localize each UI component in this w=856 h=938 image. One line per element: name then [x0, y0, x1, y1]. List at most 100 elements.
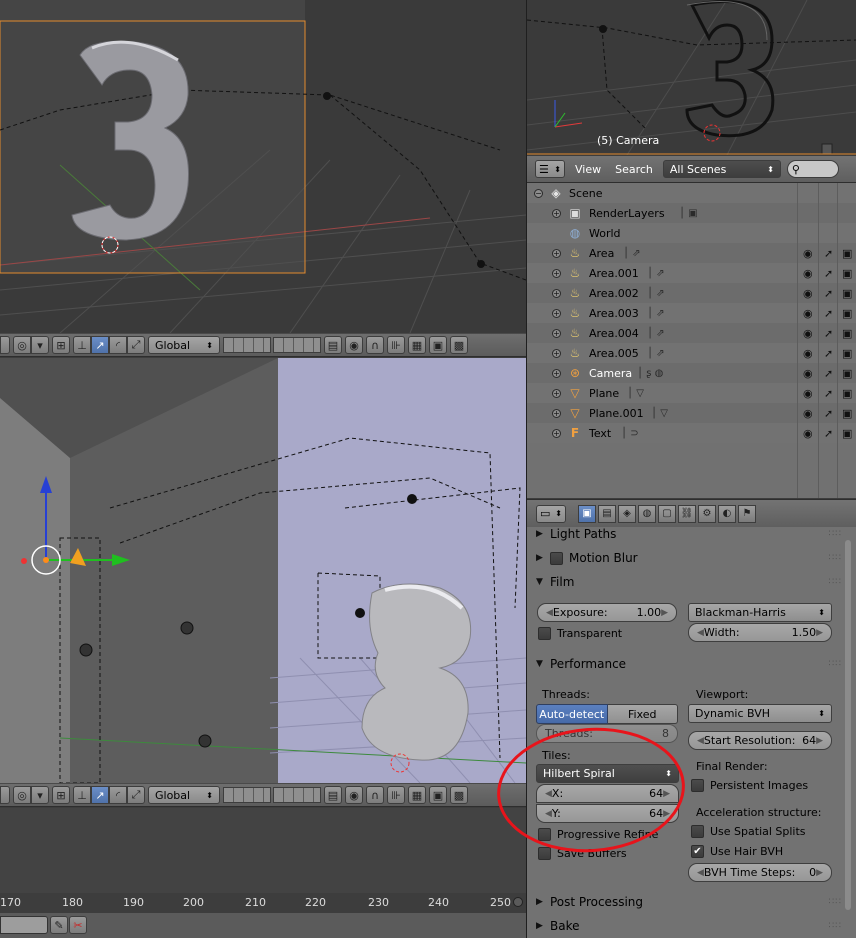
outliner-row-scene[interactable]: − ◈ Scene — [527, 183, 856, 203]
render-camera-icon[interactable]: ▣ — [842, 327, 852, 340]
rotate-manipulator-icon[interactable]: ◜ — [109, 786, 127, 804]
outliner-row-area-004[interactable]: + ♨ Area.004 │ ⇗ ◉ ➚ ▣ — [527, 323, 856, 343]
expand-icon[interactable]: + — [552, 288, 561, 298]
modifiers-tab-icon[interactable]: ⚙ — [698, 504, 716, 523]
frame-field[interactable] — [0, 916, 48, 934]
expand-icon[interactable]: + — [552, 248, 561, 258]
expand-icon[interactable]: + — [552, 428, 561, 438]
object-tab-icon[interactable]: ▢ — [658, 504, 676, 523]
snap-increment-icon[interactable]: ▦ — [408, 336, 426, 354]
render-camera-icon[interactable]: ▣ — [842, 347, 852, 360]
drag-grip-icon[interactable]: ∷∷ — [829, 529, 842, 539]
increment-arrow-icon[interactable]: ▶ — [661, 608, 668, 618]
exposure-field[interactable]: ◀ Exposure: 1.00 ▶ — [537, 603, 677, 622]
scale-manipulator-icon[interactable]: ⤢ — [127, 336, 145, 354]
render-anim-icon[interactable]: ▩ — [450, 786, 468, 804]
viewport-bvh-select[interactable]: Dynamic BVH ⬍ — [688, 704, 832, 723]
start-resolution-field[interactable]: ◀ Start Resolution: 64 ▶ — [688, 731, 832, 750]
visibility-eye-icon[interactable]: ◉ — [803, 427, 813, 440]
render-camera-icon[interactable]: ▣ — [842, 367, 852, 380]
timeline-area[interactable] — [0, 808, 526, 893]
translate-manipulator-icon[interactable]: ↗ — [91, 786, 109, 804]
expand-icon[interactable]: + — [552, 308, 561, 318]
visibility-eye-icon[interactable]: ◉ — [803, 367, 813, 380]
decrement-arrow-icon[interactable]: ◀ — [697, 628, 704, 638]
transform-manipulator-icon[interactable]: ⊥ — [73, 786, 91, 804]
snap-element-icon[interactable]: ▾ — [31, 336, 49, 354]
camera-viewport[interactable] — [0, 0, 526, 333]
decrement-arrow-icon[interactable]: ◀ — [546, 608, 553, 618]
use-hair-bvh-option[interactable]: ✔ Use Hair BVH — [691, 845, 783, 858]
selectable-arrow-icon[interactable]: ➚ — [824, 367, 833, 380]
orientation-select[interactable]: Global ⬍ — [148, 786, 220, 804]
render-camera-icon[interactable]: ▣ — [842, 267, 852, 280]
proportional-edit-icon[interactable]: ◉ — [345, 786, 363, 804]
unlink-icon[interactable]: ✂ — [69, 916, 87, 934]
render-anim-icon[interactable]: ▩ — [450, 336, 468, 354]
tile-order-select[interactable]: Hilbert Spiral ⬍ — [536, 764, 679, 783]
mode-select[interactable] — [0, 786, 10, 804]
eyedropper-icon[interactable]: ✎ — [50, 916, 68, 934]
persistent-images-option[interactable]: Persistent Images — [691, 779, 808, 792]
filter-type-select[interactable]: Blackman-Harris ⬍ — [688, 603, 832, 622]
collapse-icon[interactable]: − — [534, 188, 543, 198]
decrement-arrow-icon[interactable]: ◀ — [545, 809, 552, 819]
selectable-arrow-icon[interactable]: ➚ — [824, 267, 833, 280]
selectable-arrow-icon[interactable]: ➚ — [824, 387, 833, 400]
visibility-eye-icon[interactable]: ◉ — [803, 387, 813, 400]
render-still-icon[interactable]: ▣ — [429, 786, 447, 804]
visibility-eye-icon[interactable]: ◉ — [803, 287, 813, 300]
render-camera-icon[interactable]: ▣ — [842, 387, 852, 400]
menu-view[interactable]: View — [571, 163, 605, 176]
progressive-refine-option[interactable]: Progressive Refine — [538, 828, 658, 841]
selectable-arrow-icon[interactable]: ➚ — [824, 407, 833, 420]
render-layers-tab-icon[interactable]: ▤ — [598, 504, 616, 523]
render-camera-icon[interactable]: ▣ — [842, 287, 852, 300]
outliner-row-camera[interactable]: + ⊛ Camera │ ʂ ◍ ◉ ➚ ▣ — [527, 363, 856, 383]
display-mode-select[interactable]: All Scenes ⬍ — [662, 160, 781, 178]
scene-tab-icon[interactable]: ◈ — [618, 504, 636, 523]
snap-target-icon[interactable]: ⊪ — [387, 786, 405, 804]
editor-type-select[interactable]: ▭ ⬍ — [536, 504, 566, 523]
selectable-arrow-icon[interactable]: ➚ — [824, 327, 833, 340]
filter-width-field[interactable]: ◀ Width: 1.50 ▶ — [688, 623, 832, 642]
lock-layers-icon[interactable]: ▤ — [324, 786, 342, 804]
visibility-eye-icon[interactable]: ◉ — [803, 247, 813, 260]
drag-grip-icon[interactable]: ∷∷ — [829, 897, 842, 907]
threads-field[interactable]: Threads: 8 — [536, 724, 678, 743]
motion-blur-checkbox[interactable] — [550, 551, 563, 565]
render-camera-icon[interactable]: ▣ — [842, 407, 852, 420]
pivot-icon[interactable]: ◎ — [13, 786, 31, 804]
expand-icon[interactable]: + — [552, 368, 561, 378]
drag-grip-icon[interactable]: ∷∷ — [829, 553, 842, 563]
snap-element-icon[interactable]: ▾ — [31, 786, 49, 804]
lock-layers-icon[interactable]: ▤ — [324, 336, 342, 354]
increment-arrow-icon[interactable]: ▶ — [663, 789, 670, 799]
fixed-button[interactable]: Fixed — [607, 704, 678, 724]
decrement-arrow-icon[interactable]: ◀ — [545, 789, 552, 799]
selectable-arrow-icon[interactable]: ➚ — [824, 427, 833, 440]
increment-arrow-icon[interactable]: ▶ — [816, 736, 823, 746]
save-buffers-checkbox[interactable] — [538, 847, 551, 860]
snap-increment-icon[interactable]: ▦ — [408, 786, 426, 804]
tile-y-field[interactable]: ◀ Y: 64 ▶ — [536, 804, 679, 823]
expand-icon[interactable]: + — [552, 408, 561, 418]
expand-icon[interactable]: + — [552, 348, 561, 358]
drag-grip-icon[interactable]: ∷∷ — [829, 577, 842, 587]
side-viewport[interactable]: (5) Camera — [527, 0, 856, 155]
menu-search[interactable]: Search — [611, 163, 657, 176]
material-tab-icon[interactable]: ◐ — [718, 504, 736, 523]
decrement-arrow-icon[interactable]: ◀ — [697, 868, 704, 878]
layer-buttons[interactable] — [223, 337, 321, 353]
drag-grip-icon[interactable]: ∷∷ — [829, 921, 842, 931]
expand-icon[interactable]: + — [552, 268, 561, 278]
selectable-arrow-icon[interactable]: ➚ — [824, 347, 833, 360]
increment-arrow-icon[interactable]: ▶ — [663, 809, 670, 819]
use-hair-bvh-checkbox[interactable]: ✔ — [691, 845, 704, 858]
rotate-manipulator-icon[interactable]: ◜ — [109, 336, 127, 354]
outliner-row-text[interactable]: + F Text │ ⊃ ◉ ➚ ▣ — [527, 423, 856, 443]
layer-buttons[interactable] — [223, 787, 321, 803]
drag-grip-icon[interactable]: ∷∷ — [829, 659, 842, 669]
panel-film[interactable]: ▼ Film ∷∷ — [536, 571, 844, 593]
outliner-row-renderlayers[interactable]: + ▣ RenderLayers │ ▣ — [527, 203, 856, 223]
